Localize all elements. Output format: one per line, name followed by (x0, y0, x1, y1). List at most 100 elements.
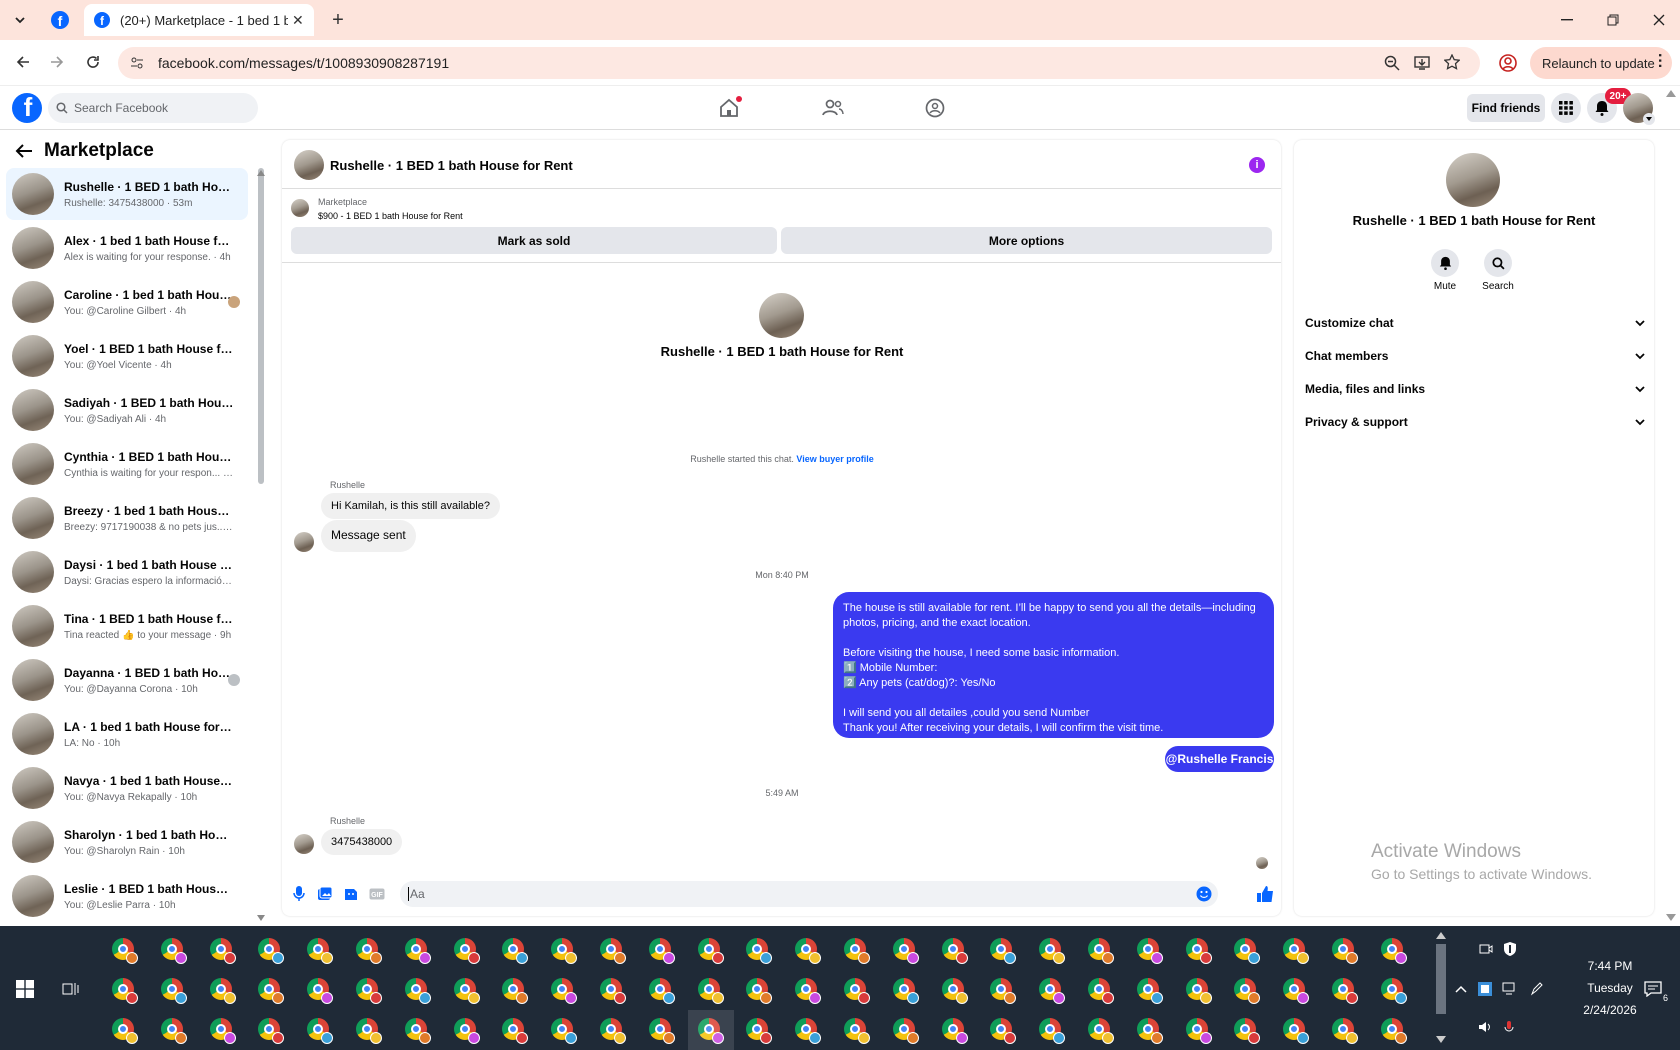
chrome-taskbar-icon[interactable] (1332, 938, 1358, 964)
chrome-taskbar-icon[interactable] (648, 1018, 675, 1044)
chrome-taskbar-icon[interactable] (209, 1018, 236, 1044)
view-buyer-profile-link[interactable]: View buyer profile (796, 454, 873, 464)
conversation-item[interactable]: Leslie · 1 BED 1 bath House for ... You: … (6, 870, 248, 922)
windows-start-icon[interactable] (12, 976, 38, 1002)
menu-dots-icon[interactable]: ··· (1651, 53, 1668, 69)
conversation-item[interactable]: Caroline · 1 bed 1 bath House... You: @Ca… (6, 276, 248, 328)
chrome-taskbar-icon[interactable] (404, 938, 431, 964)
chrome-taskbar-icon[interactable] (844, 978, 870, 1004)
mute-button[interactable] (1431, 249, 1459, 277)
conversation-item[interactable]: Sharolyn · 1 bed 1 bath House f... You: @… (6, 816, 248, 868)
chat-header-title[interactable]: Rushelle · 1 BED 1 bath House for Rent (330, 158, 573, 173)
taskbar-scroll-up-icon[interactable] (1436, 932, 1446, 939)
page-scroll-down-icon[interactable] (1666, 914, 1676, 921)
chrome-taskbar-icon[interactable] (746, 938, 773, 964)
close-window-button[interactable] (1644, 6, 1674, 34)
relaunch-button[interactable]: Relaunch to update ··· (1530, 47, 1672, 79)
chrome-taskbar-icon[interactable] (697, 938, 724, 964)
search-chat-button[interactable] (1484, 249, 1512, 277)
apps-menu-button[interactable] (1551, 93, 1581, 123)
chrome-taskbar-icon[interactable] (1283, 978, 1310, 1004)
site-info-icon[interactable] (130, 56, 144, 70)
reload-button[interactable] (80, 49, 106, 75)
tab-facebook-pinned[interactable]: f (38, 4, 82, 36)
chrome-taskbar-icon[interactable] (892, 938, 919, 964)
conversation-item[interactable]: LA · 1 bed 1 bath House for rent LA: No ·… (6, 708, 248, 760)
conversation-item[interactable]: Yoel · 1 BED 1 bath House for Re... You: … (6, 330, 248, 382)
find-friends-button[interactable]: Find friends (1467, 94, 1545, 122)
chrome-taskbar-icon[interactable] (892, 978, 919, 1004)
new-tab-button[interactable]: + (326, 8, 350, 32)
chrome-taskbar-icon[interactable] (795, 938, 822, 964)
more-options-button[interactable]: More options (781, 227, 1272, 254)
chrome-taskbar-icon[interactable] (892, 1018, 919, 1044)
chrome-taskbar-icon[interactable] (697, 978, 724, 1004)
groups-nav-icon[interactable] (922, 96, 948, 120)
chrome-taskbar-icon[interactable] (746, 978, 773, 1004)
chrome-taskbar-icon[interactable] (112, 978, 138, 1004)
volume-icon[interactable] (1476, 1018, 1494, 1036)
chrome-taskbar-icon[interactable] (1136, 978, 1163, 1004)
chrome-taskbar-icon[interactable] (1039, 1018, 1066, 1044)
install-app-icon[interactable] (1414, 55, 1430, 71)
home-nav-icon[interactable] (716, 96, 742, 120)
info-section-2[interactable]: Media, files and links (1305, 374, 1645, 404)
info-section-0[interactable]: Customize chat (1305, 308, 1645, 338)
chrome-taskbar-icon[interactable] (307, 938, 334, 964)
forward-button[interactable] (44, 49, 70, 75)
chrome-taskbar-icon[interactable] (941, 978, 968, 1004)
chrome-taskbar-icon[interactable] (160, 1018, 187, 1044)
chrome-taskbar-icon[interactable] (648, 938, 675, 964)
photo-attach-icon[interactable] (316, 884, 334, 904)
clock-time[interactable]: 7:44 PM (1570, 959, 1650, 973)
sidebar-scrollbar[interactable] (258, 168, 264, 484)
chrome-taskbar-icon[interactable] (1136, 1018, 1163, 1044)
chrome-taskbar-icon[interactable] (1234, 1018, 1261, 1044)
sender-avatar[interactable] (294, 532, 314, 552)
chrome-taskbar-icon[interactable] (1332, 978, 1358, 1004)
bookmark-star-icon[interactable] (1444, 54, 1460, 70)
chrome-taskbar-icon[interactable] (1380, 1018, 1407, 1044)
zoom-icon[interactable] (1384, 55, 1400, 71)
chrome-taskbar-icon[interactable] (551, 938, 578, 964)
taskbar-scrollbar[interactable] (1436, 944, 1446, 1014)
chrome-taskbar-icon[interactable] (1185, 1018, 1212, 1044)
chrome-taskbar-icon[interactable] (600, 978, 626, 1004)
conversation-item[interactable]: Alex · 1 bed 1 bath House for rent Alex i… (6, 222, 248, 274)
task-view-icon[interactable] (58, 976, 84, 1002)
gif-icon[interactable]: GIF (368, 884, 386, 904)
chrome-taskbar-icon[interactable] (1136, 938, 1163, 964)
facebook-search-input[interactable]: Search Facebook (48, 93, 258, 123)
message-bubble-outgoing[interactable]: The house is still available for rent. I… (833, 592, 1274, 738)
chat-center-avatar[interactable] (759, 293, 804, 338)
chrome-taskbar-icon[interactable] (307, 978, 334, 1004)
facebook-logo-icon[interactable]: f (12, 93, 42, 123)
conversation-item[interactable]: Daysi · 1 bed 1 bath House for r... Daysi… (6, 546, 248, 598)
chrome-taskbar-icon[interactable] (746, 1018, 773, 1044)
message-composer-input[interactable]: Aa (400, 881, 1218, 907)
mark-as-sold-button[interactable]: Mark as sold (291, 227, 777, 254)
chrome-taskbar-icon[interactable] (404, 1018, 431, 1044)
chrome-taskbar-icon[interactable] (160, 938, 187, 964)
mention-bubble[interactable]: @Rushelle Francis (1165, 746, 1274, 772)
chrome-taskbar-icon[interactable] (404, 978, 431, 1004)
voice-clip-icon[interactable] (290, 884, 308, 904)
conversation-item[interactable]: Tina · 1 BED 1 bath House for Re... Tina … (6, 600, 248, 652)
message-bubble-incoming[interactable]: 3475438000 (321, 829, 403, 855)
chrome-taskbar-icon[interactable] (1088, 938, 1114, 964)
recording-icon[interactable] (1500, 1018, 1518, 1036)
chrome-taskbar-icon[interactable] (1088, 978, 1114, 1004)
chrome-taskbar-icon[interactable] (551, 1018, 578, 1044)
chrome-taskbar-icon[interactable] (648, 978, 675, 1004)
chrome-taskbar-icon[interactable] (844, 938, 870, 964)
chrome-taskbar-icon[interactable] (1332, 1018, 1358, 1044)
meet-now-icon[interactable] (1476, 940, 1496, 958)
address-bar[interactable]: facebook.com/messages/t/1008930908287191 (118, 47, 1480, 79)
chrome-taskbar-icon[interactable] (990, 938, 1017, 964)
conversation-item[interactable]: Navya · 1 bed 1 bath House for ... You: @… (6, 762, 248, 814)
chrome-taskbar-icon[interactable] (502, 1018, 529, 1044)
chrome-taskbar-icon[interactable] (1234, 978, 1261, 1004)
chrome-taskbar-icon[interactable] (502, 978, 529, 1004)
show-hidden-icons-icon[interactable] (1452, 980, 1470, 998)
chrome-taskbar-icon[interactable] (941, 938, 968, 964)
